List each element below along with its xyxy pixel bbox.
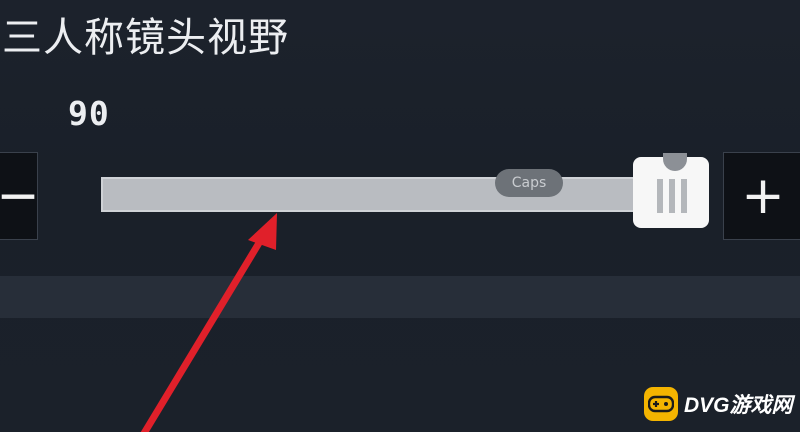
watermark-text: DVG游戏网 bbox=[684, 394, 793, 417]
gamepad-icon bbox=[644, 387, 678, 421]
watermark: DVG游戏网 bbox=[644, 384, 793, 424]
red-arrow-annotation bbox=[140, 213, 277, 432]
